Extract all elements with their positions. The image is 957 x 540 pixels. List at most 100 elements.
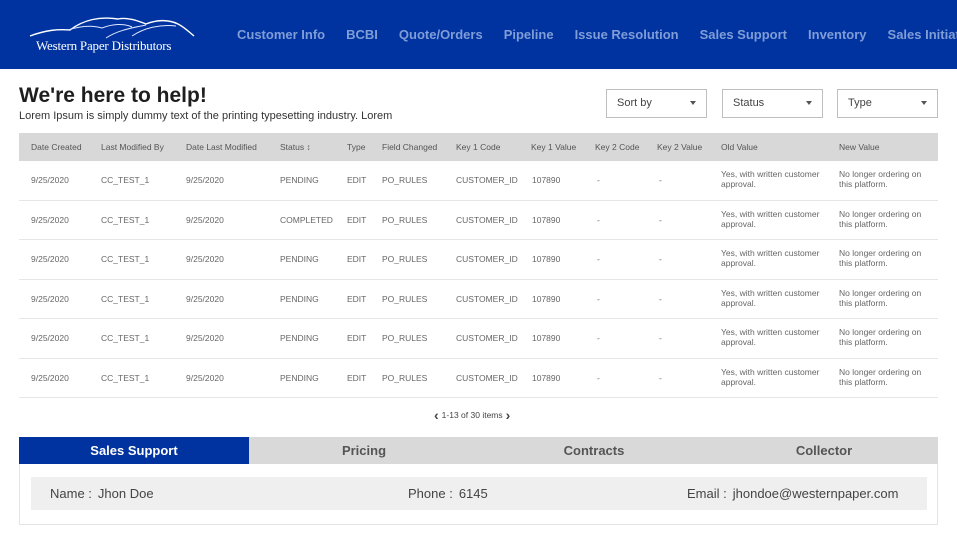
cell-status: PENDING bbox=[280, 254, 319, 264]
cell-last-modified-by: CC_TEST_1 bbox=[101, 254, 150, 264]
cell-key2-value: - bbox=[659, 175, 662, 185]
cell-key1-value: 107890 bbox=[532, 214, 561, 225]
page-title: We're here to help! bbox=[19, 84, 207, 107]
caret-down-icon bbox=[690, 101, 696, 105]
cell-key2-value: - bbox=[659, 333, 662, 343]
type-dropdown[interactable]: Type bbox=[837, 89, 938, 118]
col-status[interactable]: Status ↕ bbox=[280, 142, 311, 152]
col-key2-code[interactable]: Key 2 Code bbox=[595, 142, 639, 152]
table-row[interactable]: 9/25/2020 CC_TEST_1 9/25/2020 PENDING EDIT PO… bbox=[19, 319, 938, 359]
main-nav: Customer Info BCBI Quote/Orders Pipeline… bbox=[237, 0, 957, 69]
nav-item-pipeline[interactable]: Pipeline bbox=[504, 27, 554, 42]
col-date-last-modified[interactable]: Date Last Modified bbox=[186, 142, 257, 152]
pagination: ‹ 1-13 of 30 items › bbox=[434, 407, 510, 423]
sort-by-label: Sort by bbox=[617, 97, 652, 109]
cell-key2-code: - bbox=[597, 372, 600, 383]
nav-item-issue-resolution[interactable]: Issue Resolution bbox=[575, 27, 679, 42]
brand-logo[interactable]: Western Paper Distributors bbox=[28, 12, 198, 56]
nav-item-quote-orders[interactable]: Quote/Orders bbox=[399, 27, 483, 42]
tab-pricing[interactable]: Pricing bbox=[249, 437, 479, 464]
status-dropdown[interactable]: Status bbox=[722, 89, 823, 118]
cell-key2-value: - bbox=[659, 372, 662, 383]
tab-collector[interactable]: Collector bbox=[709, 437, 939, 464]
pagination-text: 1-13 of 30 items bbox=[441, 410, 503, 420]
cell-key2-value: - bbox=[659, 254, 662, 264]
cell-date-created: 9/25/2020 bbox=[31, 333, 69, 343]
cell-key1-value: 107890 bbox=[532, 293, 561, 304]
tab-contracts[interactable]: Contracts bbox=[479, 437, 709, 464]
nav-item-bcbi[interactable]: BCBI bbox=[346, 27, 378, 42]
cell-key2-code: - bbox=[597, 254, 600, 264]
cell-old-value: Yes, with written customer approval. bbox=[721, 366, 820, 387]
cell-field-changed: PO_RULES bbox=[382, 175, 428, 185]
col-last-modified-by[interactable]: Last Modified By bbox=[101, 142, 164, 152]
nav-item-customer-info[interactable]: Customer Info bbox=[237, 27, 325, 42]
col-key1-value[interactable]: Key 1 Value bbox=[531, 142, 576, 152]
contact-phone-label: Phone : bbox=[408, 486, 453, 501]
nav-item-sales-support[interactable]: Sales Support bbox=[700, 27, 787, 42]
contact-email-value[interactable]: jhondoe@westernpaper.com bbox=[733, 486, 899, 501]
cell-new-value: No longer ordering on this platform. bbox=[839, 287, 922, 308]
cell-date-created: 9/25/2020 bbox=[31, 254, 69, 264]
cell-date-created: 9/25/2020 bbox=[31, 214, 69, 225]
col-field-changed[interactable]: Field Changed bbox=[382, 142, 437, 152]
col-date-created[interactable]: Date Created bbox=[31, 142, 82, 152]
nav-item-sales-initiatives[interactable]: Sales Initiatives bbox=[888, 27, 957, 42]
cell-type: EDIT bbox=[347, 333, 367, 343]
col-key1-code[interactable]: Key 1 Code bbox=[456, 142, 500, 152]
cell-old-value: Yes, with written customer approval. bbox=[721, 327, 820, 347]
contact-phone-value: 6145 bbox=[458, 486, 488, 501]
col-key2-value[interactable]: Key 2 Value bbox=[657, 142, 702, 152]
cell-key2-code: - bbox=[597, 333, 600, 343]
contact-name: Name : Jhon Doe bbox=[50, 486, 154, 501]
contact-email: Email : jhondoe@westernpaper.com bbox=[687, 486, 898, 501]
cell-key2-code: - bbox=[597, 293, 600, 304]
cell-last-modified-by: CC_TEST_1 bbox=[101, 333, 150, 343]
cell-key2-code: - bbox=[597, 175, 600, 185]
cell-type: EDIT bbox=[347, 254, 367, 264]
cell-new-value: No longer ordering on this platform. bbox=[839, 327, 922, 347]
cell-key1-code: CUSTOMER_ID bbox=[456, 293, 518, 304]
cell-key2-code: - bbox=[597, 214, 600, 225]
type-label: Type bbox=[848, 97, 872, 109]
table-row[interactable]: 9/25/2020 CC_TEST_1 9/25/2020 PENDING EDIT PO… bbox=[19, 161, 938, 201]
col-type[interactable]: Type bbox=[347, 142, 365, 152]
cell-type: EDIT bbox=[347, 175, 367, 185]
top-navbar: Western Paper Distributors Customer Info… bbox=[0, 0, 957, 69]
cell-field-changed: PO_RULES bbox=[382, 333, 428, 343]
col-old-value[interactable]: Old Value bbox=[721, 142, 758, 152]
cell-type: EDIT bbox=[347, 372, 367, 383]
cell-new-value: No longer ordering on this platform. bbox=[839, 248, 922, 268]
cell-status: COMPLETED bbox=[280, 214, 333, 225]
cell-field-changed: PO_RULES bbox=[382, 372, 428, 383]
chevron-left-icon[interactable]: ‹ bbox=[434, 408, 439, 422]
table-row[interactable]: 9/25/2020 CC_TEST_1 9/25/2020 PENDING EDIT PO… bbox=[19, 359, 938, 398]
table-row[interactable]: 9/25/2020 CC_TEST_1 9/25/2020 COMPLETED EDIT… bbox=[19, 201, 938, 240]
cell-date-last-modified: 9/25/2020 bbox=[186, 372, 224, 383]
cell-last-modified-by: CC_TEST_1 bbox=[101, 214, 150, 225]
chevron-right-icon[interactable]: › bbox=[506, 408, 511, 422]
sort-by-dropdown[interactable]: Sort by bbox=[606, 89, 707, 118]
table-row[interactable]: 9/25/2020 CC_TEST_1 9/25/2020 PENDING EDIT PO… bbox=[19, 240, 938, 280]
page-subtitle: Lorem Ipsum is simply dummy text of the … bbox=[19, 110, 393, 122]
cell-status: PENDING bbox=[280, 175, 319, 185]
cell-new-value: No longer ordering on this platform. bbox=[839, 208, 922, 229]
tab-sales-support[interactable]: Sales Support bbox=[19, 437, 249, 464]
cell-last-modified-by: CC_TEST_1 bbox=[101, 175, 150, 185]
col-new-value[interactable]: New Value bbox=[839, 142, 879, 152]
cell-key1-code: CUSTOMER_ID bbox=[456, 333, 518, 343]
cell-field-changed: PO_RULES bbox=[382, 254, 428, 264]
cell-key2-value: - bbox=[659, 293, 662, 304]
cell-new-value: No longer ordering on this platform. bbox=[839, 169, 922, 189]
nav-item-inventory[interactable]: Inventory bbox=[808, 27, 867, 42]
cell-date-last-modified: 9/25/2020 bbox=[186, 214, 224, 225]
cell-date-last-modified: 9/25/2020 bbox=[186, 175, 224, 185]
cell-date-created: 9/25/2020 bbox=[31, 175, 69, 185]
cell-field-changed: PO_RULES bbox=[382, 293, 428, 304]
cell-status: PENDING bbox=[280, 333, 319, 343]
cell-date-last-modified: 9/25/2020 bbox=[186, 333, 224, 343]
contact-name-value: Jhon Doe bbox=[97, 486, 154, 501]
audit-table: Date Created Last Modified By Date Last … bbox=[19, 133, 938, 398]
caret-down-icon bbox=[806, 101, 812, 105]
table-row[interactable]: 9/25/2020 CC_TEST_1 9/25/2020 PENDING EDIT PO… bbox=[19, 280, 938, 319]
